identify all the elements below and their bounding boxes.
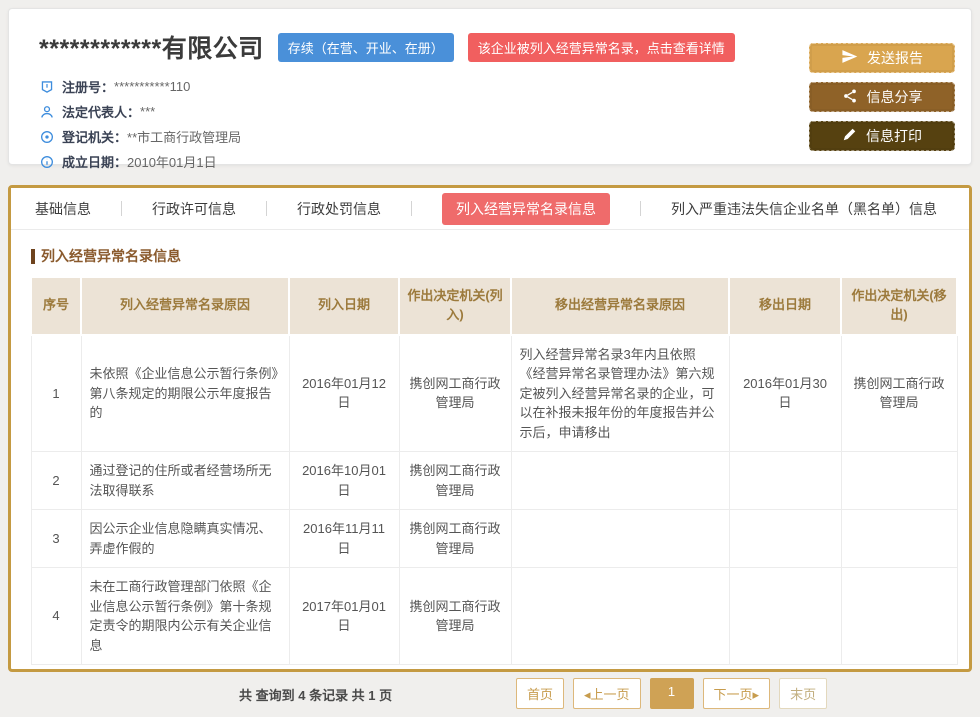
table-row: 2通过登记的住所或者经营场所无法取得联系2016年10月01日携创网工商行政管理…: [31, 452, 957, 510]
table-cell: 携创网工商行政管理局: [841, 335, 957, 452]
table-cell: 2016年01月12日: [289, 335, 399, 452]
table-cell: 携创网工商行政管理局: [399, 568, 511, 665]
tab-admin-license[interactable]: 行政许可信息: [152, 199, 236, 219]
table-cell: [511, 510, 729, 568]
table-cell: 2: [31, 452, 81, 510]
tab-divider: [266, 201, 267, 216]
table-row: 4未在工商行政管理部门依照《企业信息公示暂行条例》第十条规定责令的期限内公示有关…: [31, 568, 957, 665]
table-cell: 2017年01月01日: [289, 568, 399, 665]
table-cell: [511, 568, 729, 665]
table-cell: [511, 452, 729, 510]
column-header: 序号: [31, 277, 81, 335]
company-name: ************有限公司: [39, 29, 264, 65]
info-label: 登记机关：: [62, 127, 127, 146]
table-cell: 2016年11月11日: [289, 510, 399, 568]
table-cell: [729, 568, 841, 665]
column-header: 移出经营异常名录原因: [511, 277, 729, 335]
person-icon: [39, 104, 55, 120]
record-count-summary: 共 查询到 4 条记录 共 1 页: [239, 685, 392, 704]
table-row: 3因公示企业信息隐瞒真实情况、弄虚作假的2016年11月11日携创网工商行政管理…: [31, 510, 957, 568]
tab-abnormal-list[interactable]: 列入经营异常名录信息: [442, 193, 610, 225]
send-icon: [841, 48, 858, 68]
info-value: 2010年01月1日: [127, 152, 217, 171]
table-cell: 2016年01月30日: [729, 335, 841, 452]
column-header: 列入经营异常名录原因: [81, 277, 289, 335]
tab-divider: [411, 201, 412, 216]
share-info-button[interactable]: 信息分享: [809, 82, 955, 112]
action-button-label: 信息打印: [866, 126, 922, 146]
info-icon: [39, 154, 55, 170]
send-report-button[interactable]: 发送报告: [809, 43, 955, 73]
table-cell: 4: [31, 568, 81, 665]
table-cell: [729, 452, 841, 510]
print-info-button[interactable]: 信息打印: [809, 121, 955, 151]
table-cell: 携创网工商行政管理局: [399, 510, 511, 568]
tab-divider: [640, 201, 641, 216]
info-value: ***********110: [114, 79, 190, 94]
pagination: 共 查询到 4 条记录 共 1 页 首页◂上一页1下一页▸末页: [11, 673, 969, 717]
info-label: 法定代表人：: [62, 102, 140, 121]
table-cell: 3: [31, 510, 81, 568]
table-cell: 因公示企业信息隐瞒真实情况、弄虚作假的: [81, 510, 289, 568]
section-title-text: 列入经营异常名录信息: [41, 246, 181, 266]
table-row: 1未依照《企业信息公示暂行条例》第八条规定的期限公示年度报告的2016年01月1…: [31, 335, 957, 452]
section-title: 列入经营异常名录信息: [31, 246, 969, 266]
registration-icon: [39, 79, 55, 95]
column-header: 作出决定机关(列入): [399, 277, 511, 335]
column-header: 作出决定机关(移出): [841, 277, 957, 335]
table-cell: [841, 568, 957, 665]
print-icon: [842, 127, 857, 145]
info-label: 注册号：: [62, 77, 114, 96]
info-value: ***: [140, 104, 155, 119]
column-header: 移出日期: [729, 277, 841, 335]
action-button-label: 信息分享: [867, 87, 923, 107]
company-header-card: ************有限公司 存续（在营、开业、在册） 该企业被列入经营异常…: [8, 8, 972, 165]
detail-panel: 基础信息行政许可信息行政处罚信息列入经营异常名录信息列入严重违法失信企业名单（黑…: [8, 185, 972, 672]
action-buttons: 发送报告信息分享信息打印: [809, 43, 955, 160]
table-header-row: 序号列入经营异常名录原因列入日期作出决定机关(列入)移出经营异常名录原因移出日期…: [31, 277, 957, 335]
table-cell: 携创网工商行政管理局: [399, 452, 511, 510]
abnormal-alert-badge[interactable]: 该企业被列入经营异常名录，点击查看详情: [468, 33, 735, 62]
table-cell: 通过登记的住所或者经营场所无法取得联系: [81, 452, 289, 510]
table-cell: [841, 452, 957, 510]
info-value: **市工商行政管理局: [127, 127, 241, 146]
table-cell: 携创网工商行政管理局: [399, 335, 511, 452]
info-label: 成立日期：: [62, 152, 127, 171]
tab-blacklist[interactable]: 列入严重违法失信企业名单（黑名单）信息: [671, 199, 937, 219]
status-badge: 存续（在营、开业、在册）: [278, 33, 454, 62]
tab-bar: 基础信息 行政许可信息 行政处罚信息 列入经营异常名录信息 列入严重违法失信企业名单（黑…: [11, 188, 969, 230]
tab-divider: [121, 201, 122, 216]
table-cell: 1: [31, 335, 81, 452]
table-cell: 列入经营异常名录3年内且依照《经营异常名录管理办法》第六规定被列入经营异常名录的…: [511, 335, 729, 452]
share-icon: [842, 88, 858, 107]
location-icon: [39, 129, 55, 145]
table-cell: [841, 510, 957, 568]
table-cell: 未依照《企业信息公示暂行条例》第八条规定的期限公示年度报告的: [81, 335, 289, 452]
table-cell: [729, 510, 841, 568]
abnormal-list-table: 序号列入经营异常名录原因列入日期作出决定机关(列入)移出经营异常名录原因移出日期…: [30, 276, 958, 665]
table-cell: 未在工商行政管理部门依照《企业信息公示暂行条例》第十条规定责令的期限内公示有关企…: [81, 568, 289, 665]
tab-admin-penalty[interactable]: 行政处罚信息: [297, 199, 381, 219]
action-button-label: 发送报告: [867, 48, 923, 68]
section-title-bar-icon: [31, 249, 35, 264]
tab-basic-info[interactable]: 基础信息: [35, 199, 91, 219]
table-cell: 2016年10月01日: [289, 452, 399, 510]
table-body: 1未依照《企业信息公示暂行条例》第八条规定的期限公示年度报告的2016年01月1…: [31, 335, 957, 665]
column-header: 列入日期: [289, 277, 399, 335]
